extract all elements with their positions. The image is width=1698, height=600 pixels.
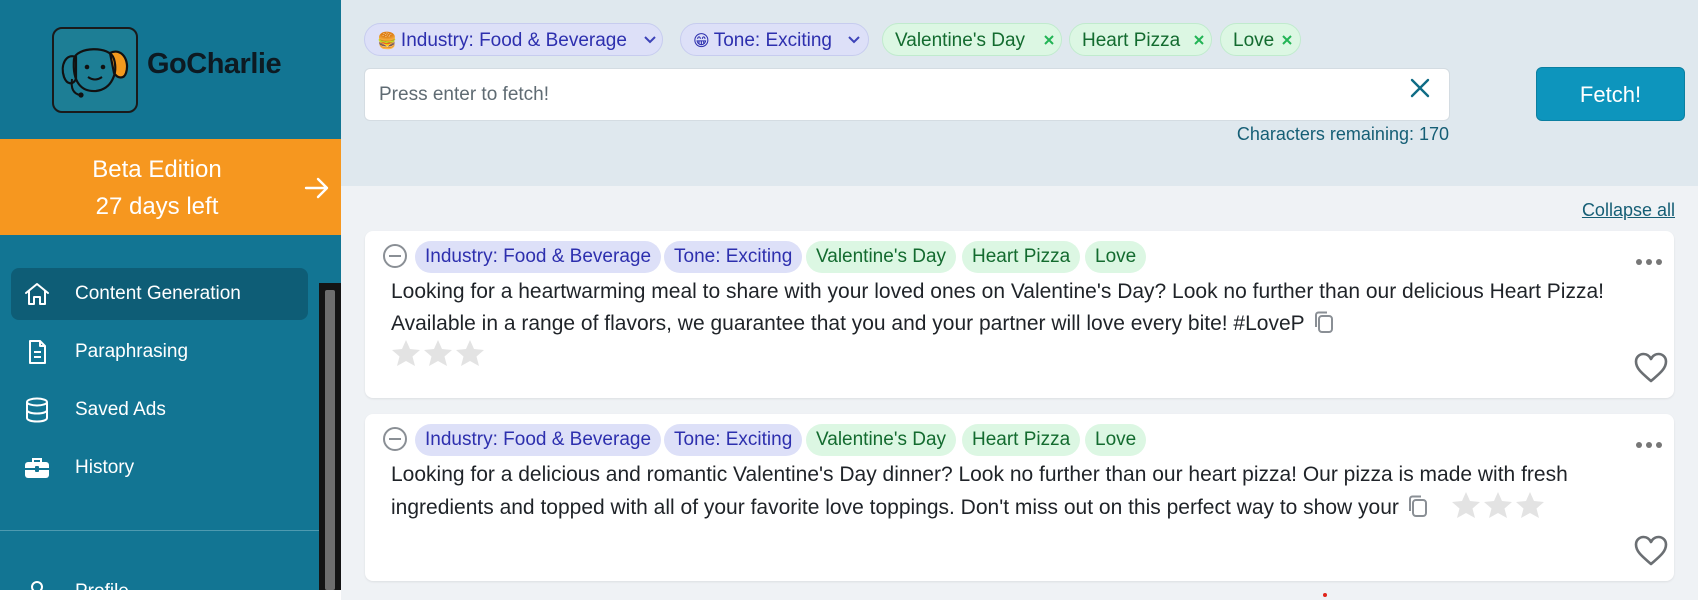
result-tag: Industry: Food & Beverage: [415, 241, 662, 273]
keyword-chip[interactable]: Valentine's Day: [882, 23, 1062, 56]
remove-keyword-icon[interactable]: [1043, 34, 1055, 46]
search-input[interactable]: [379, 81, 1379, 109]
collapse-all-link[interactable]: Collapse all: [1451, 200, 1675, 221]
result-text: Looking for a heartwarming meal to share…: [391, 280, 1604, 335]
more-options-icon[interactable]: [1635, 258, 1663, 266]
search-box: [364, 68, 1450, 121]
heart-icon[interactable]: [1633, 351, 1669, 384]
sidebar: GoCharlie Beta Edition 27 days left Cont…: [0, 0, 341, 590]
characters-remaining: Characters remaining: 170: [1236, 124, 1449, 144]
arrow-right-icon: [304, 177, 329, 199]
cursor-dot: [1323, 593, 1327, 597]
sidebar-item-label: Paraphrasing: [75, 341, 189, 362]
sidebar-item-label: Saved Ads: [75, 399, 166, 420]
dog-logo-icon: [61, 48, 129, 98]
copy-icon[interactable]: [1313, 310, 1335, 334]
keyword-chip-label: Valentine's Day: [895, 30, 1026, 51]
result-tag: Tone: Exciting: [664, 241, 803, 273]
sidebar-item-label: Content Generation: [75, 283, 241, 304]
result-tag: Heart Pizza: [962, 424, 1081, 456]
result-text: Looking for a delicious and romantic Val…: [391, 463, 1568, 519]
star-icon[interactable]: [1483, 491, 1513, 519]
rating-stars[interactable]: [391, 339, 487, 367]
result-tag: Heart Pizza: [962, 241, 1081, 273]
sidebar-scrollbar-thumb[interactable]: [325, 290, 335, 590]
result-tag: Tone: Exciting: [664, 424, 803, 456]
remove-keyword-icon[interactable]: [1281, 34, 1293, 46]
rating-stars[interactable]: [1451, 491, 1547, 519]
beta-banner[interactable]: Beta Edition 27 days left: [0, 139, 341, 235]
keyword-chip[interactable]: Love: [1220, 23, 1301, 56]
sidebar-divider: [0, 530, 320, 531]
keyword-chip-label: Love: [1233, 30, 1275, 51]
remove-keyword-icon[interactable]: [1193, 34, 1205, 46]
result-tag: Industry: Food & Beverage: [415, 424, 662, 456]
star-icon[interactable]: [423, 339, 453, 367]
brand-logo[interactable]: [52, 27, 138, 113]
results-panel: Collapse all Industry: Food & Beverage T…: [341, 186, 1698, 600]
beta-days-left: 27 days left: [95, 193, 219, 220]
briefcase-icon: [25, 458, 49, 478]
document-icon: [29, 340, 46, 364]
result-card: Industry: Food & Beverage Tone: Exciting…: [365, 414, 1674, 581]
chevron-down-icon: [848, 36, 860, 44]
burger-emoji-icon: 🍔: [377, 33, 397, 50]
sidebar-item-saved-ads[interactable]: Saved Ads: [11, 384, 308, 436]
filter-bar: 🍔 Industry: Food & Beverage 😁 Tone: Exciti…: [341, 0, 1698, 186]
sidebar-item-profile[interactable]: Profile: [11, 566, 308, 590]
industry-filter-dropdown[interactable]: 🍔 Industry: Food & Beverage: [364, 23, 663, 56]
beta-edition-label: Beta Edition: [92, 156, 222, 183]
chevron-down-icon: [644, 36, 656, 44]
close-icon[interactable]: [1408, 76, 1432, 100]
result-tag: Love: [1085, 424, 1147, 456]
star-icon[interactable]: [1515, 491, 1545, 519]
result-text-block: Looking for a heartwarming meal to share…: [391, 276, 1631, 340]
sidebar-item-history[interactable]: History: [11, 442, 308, 494]
sidebar-item-label: History: [75, 457, 135, 478]
more-options-icon[interactable]: [1635, 441, 1663, 449]
fetch-button[interactable]: Fetch!: [1536, 67, 1685, 121]
result-tag: Valentine's Day: [806, 241, 957, 273]
keyword-chip-label: Heart Pizza: [1082, 30, 1181, 51]
brand-name: GoCharlie: [147, 48, 282, 80]
sidebar-item-label: Profile: [75, 581, 129, 590]
industry-filter-label: Industry: Food & Beverage: [400, 30, 627, 51]
result-tag: Valentine's Day: [806, 424, 957, 456]
home-icon: [25, 283, 49, 305]
sidebar-item-paraphrasing[interactable]: Paraphrasing: [11, 326, 308, 378]
collapse-circle-icon[interactable]: [382, 243, 408, 269]
grin-emoji-icon: 😁: [693, 33, 710, 50]
sidebar-item-content-generation[interactable]: Content Generation: [11, 268, 308, 320]
tone-filter-label: Tone: Exciting: [713, 30, 832, 51]
heart-icon[interactable]: [1633, 534, 1669, 567]
collapse-circle-icon[interactable]: [382, 426, 408, 452]
star-icon[interactable]: [455, 339, 485, 367]
user-icon: [31, 581, 43, 590]
copy-icon[interactable]: [1407, 494, 1429, 518]
result-text-block: Looking for a delicious and romantic Val…: [391, 459, 1631, 524]
keyword-chip[interactable]: Heart Pizza: [1069, 23, 1212, 56]
result-card: Industry: Food & Beverage Tone: Exciting…: [365, 231, 1674, 398]
star-icon[interactable]: [1451, 491, 1481, 519]
database-icon: [26, 397, 48, 423]
result-tag: Love: [1085, 241, 1147, 273]
star-icon[interactable]: [391, 339, 421, 367]
tone-filter-dropdown[interactable]: 😁 Tone: Exciting: [680, 23, 869, 56]
